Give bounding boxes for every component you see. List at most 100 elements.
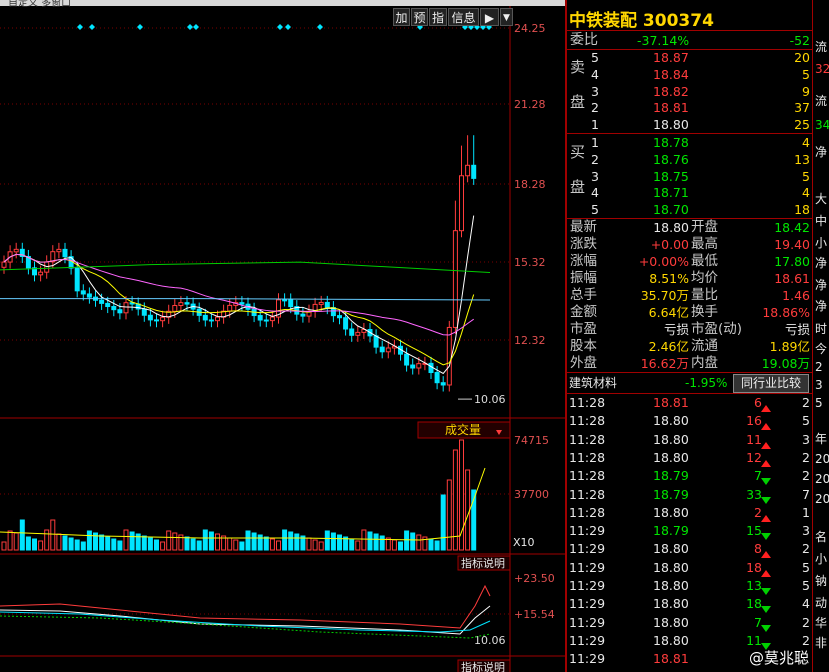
price-tick-label: 12.32 — [514, 334, 546, 347]
volume-bar — [99, 534, 105, 551]
orderbook-row[interactable]: 2 18.81 37 — [567, 99, 812, 116]
tick-row[interactable]: 11:29 18.80 8 2 — [567, 540, 812, 559]
industry-row: 建筑材料 -1.95% 同行业比较 — [567, 374, 812, 393]
candle-body — [300, 313, 306, 317]
tick-time: 11:29 — [569, 541, 606, 557]
stat-label: 金额 — [570, 304, 597, 320]
orderbook-row[interactable]: 3 18.82 9 — [567, 83, 812, 100]
candle-body — [123, 302, 129, 314]
info-button[interactable]: 信息 — [448, 8, 479, 26]
candle-body — [282, 299, 288, 302]
volume-bar — [233, 539, 239, 551]
event-marker-icon — [285, 24, 291, 30]
tick-row[interactable]: 11:28 18.81 6 2 — [567, 394, 812, 412]
volume-bar — [141, 535, 147, 551]
ma-line — [3, 253, 474, 336]
stats-row: 金额 6.64亿 换手 18.86% — [567, 304, 812, 321]
candle-body — [416, 363, 422, 369]
tick-row[interactable]: 11:28 18.80 2 1 — [567, 504, 812, 522]
orderbook-row[interactable]: 5 18.87 20 — [567, 49, 812, 66]
candle-body — [434, 372, 440, 384]
tick-row[interactable]: 11:29 18.79 15 3 — [567, 522, 812, 541]
tick-time: 11:29 — [569, 614, 606, 630]
tick-price: 18.80 — [653, 596, 689, 612]
tick-row[interactable]: 11:29 18.80 18 5 — [567, 559, 812, 577]
tick-count: 5 — [802, 578, 810, 593]
orderbook-row[interactable]: 2 18.76 13 — [567, 151, 812, 168]
tick-row[interactable]: 11:28 18.79 33 7 — [567, 486, 812, 504]
index-button[interactable]: 指 — [429, 8, 447, 26]
stat-label: 流通 — [691, 338, 718, 354]
volume-bar — [373, 533, 379, 551]
stat-label: 均价 — [691, 270, 718, 286]
event-marker-icon — [77, 24, 83, 30]
ma-line — [0, 298, 491, 301]
tick-count: 5 — [802, 559, 810, 575]
tick-count: 5 — [802, 413, 810, 429]
orderbook-row[interactable]: 4 18.84 5 — [567, 66, 812, 83]
volume-bar — [306, 537, 312, 551]
orderbook-row[interactable]: 4 18.71 4 — [567, 184, 812, 201]
ma-line — [3, 215, 475, 375]
volume: 25 — [794, 117, 810, 133]
orderbook-row[interactable]: 1 18.78 4 — [567, 134, 812, 151]
candle-body — [160, 316, 166, 322]
level: 5 — [591, 50, 599, 65]
tick-row[interactable]: 11:28 18.80 11 3 — [567, 431, 812, 449]
tick-price: 18.79 — [653, 486, 689, 502]
volume: 13 — [794, 151, 810, 167]
tick-row[interactable]: 11:28 18.80 12 2 — [567, 449, 812, 467]
candle-body — [13, 248, 19, 253]
level: 3 — [591, 168, 599, 184]
candle-body — [178, 302, 184, 307]
stat-label: 内盘 — [691, 355, 718, 371]
tick-count: 2 — [802, 468, 810, 484]
side-text: 动 — [815, 596, 828, 610]
volume: 37 — [794, 100, 810, 116]
candle-body — [239, 302, 245, 305]
stat-label: 总手 — [570, 287, 597, 303]
candle-body — [379, 346, 385, 353]
volume-bar — [68, 537, 74, 551]
side-text: 净 — [815, 256, 828, 270]
price: 18.80 — [653, 117, 689, 133]
candle-body — [56, 248, 62, 253]
orderbook-row[interactable]: 1 18.80 25 — [567, 116, 812, 133]
volume-bar — [446, 479, 452, 551]
predict-button[interactable]: 预 — [411, 8, 428, 26]
volume-bar — [80, 541, 86, 551]
tick-row[interactable]: 11:28 18.79 7 2 — [567, 467, 812, 486]
orderbook-row[interactable]: 5 18.70 18 — [567, 201, 812, 218]
stat-value: +0.00% — [638, 254, 689, 269]
tick-price: 18.80 — [653, 632, 689, 648]
side-text: 时 — [815, 322, 828, 336]
toolbar-dropdown-icon[interactable]: ▼ — [500, 8, 513, 26]
volume-bar — [7, 530, 13, 551]
industry-compare-button[interactable]: 同行业比较 — [733, 374, 809, 393]
tick-row[interactable]: 11:29 18.80 7 2 — [567, 614, 812, 632]
export-icon[interactable]: ▶ — [480, 8, 499, 26]
arrow-shape — [761, 606, 771, 614]
event-marker-icon — [187, 24, 193, 30]
candle-body — [465, 164, 471, 177]
arrow-shape — [761, 533, 771, 541]
kline-chart-area[interactable]: 24.25 21.28 18.28 15.32 12.32 10.06 成交量 74715 37… — [0, 6, 565, 672]
stats-row: 总手 35.70万 量比 1.46 — [567, 287, 812, 304]
tick-count: 4 — [802, 596, 810, 612]
add-button[interactable]: 加 — [393, 8, 410, 26]
orderbook-row[interactable]: 3 18.75 5 — [567, 168, 812, 185]
event-marker-icon — [317, 24, 323, 30]
tick-row[interactable]: 11:29 18.80 18 4 — [567, 595, 812, 614]
weibi-value: -37.14% — [637, 33, 690, 48]
side-text: 中 — [815, 214, 828, 228]
arrow-shape — [761, 588, 771, 595]
indicator-help-label: 指标说明 — [461, 660, 505, 672]
tick-row[interactable]: 11:28 18.80 16 5 — [567, 412, 812, 431]
tick-row[interactable]: 11:29 18.80 13 5 — [567, 577, 812, 595]
arrow-shape — [761, 496, 771, 504]
arrow-shape — [761, 405, 771, 412]
volume-bar — [202, 529, 208, 551]
stat-value: 19.40 — [774, 237, 810, 252]
stats-row: 最新 18.80 开盘 18.42 — [567, 219, 812, 236]
volume-bar — [288, 531, 294, 551]
